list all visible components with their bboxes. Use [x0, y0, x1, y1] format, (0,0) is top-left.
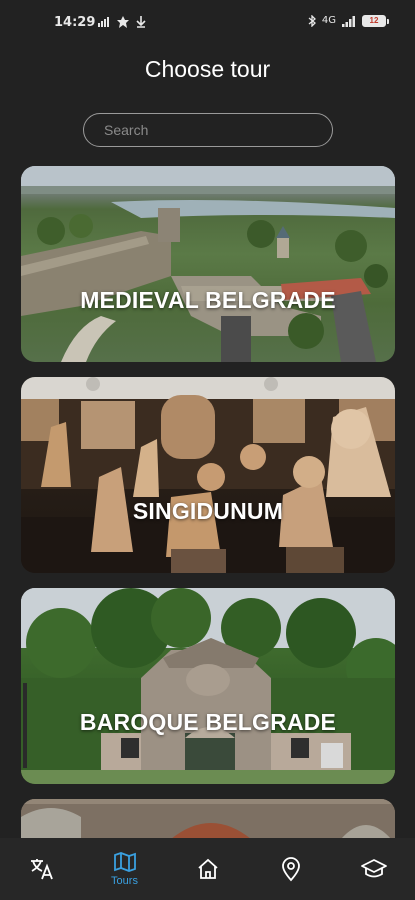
graduation-cap-icon [360, 859, 387, 878]
search-input[interactable] [84, 114, 332, 146]
tour-title: SINGIDUNUM [132, 498, 284, 524]
bottom-navigation: Tours [0, 838, 415, 900]
location-pin-icon [281, 857, 300, 882]
tour-card-baroque-belgrade[interactable]: BAROQUE BELGRADE [21, 588, 395, 784]
status-system-icons: 4G 12 [308, 15, 389, 27]
tour-card-singidunum[interactable]: SINGIDUNUM [21, 377, 395, 573]
nav-location[interactable] [249, 838, 332, 900]
data-usage-icon [98, 17, 109, 27]
fortress-photo [21, 166, 395, 362]
translate-icon [30, 859, 53, 880]
nav-home[interactable] [166, 838, 249, 900]
tour-card-partial[interactable] [21, 799, 395, 839]
nav-translate[interactable] [0, 838, 83, 900]
page-title: Choose tour [144, 56, 271, 82]
search-field[interactable] [83, 113, 333, 147]
status-notification-icons [98, 16, 146, 28]
nav-tours[interactable]: Tours [83, 838, 166, 900]
status-time: 14:29 [54, 15, 96, 30]
app-notification-icon [117, 16, 129, 28]
tour-title: MEDIEVAL BELGRADE [80, 287, 336, 313]
battery-icon: 12 [362, 15, 389, 27]
network-type: 4G [321, 15, 336, 26]
download-icon [136, 16, 146, 28]
map-icon [113, 852, 136, 872]
signal-icon [342, 15, 355, 27]
arched-building-photo [21, 799, 395, 839]
bluetooth-icon [308, 15, 316, 27]
sculptures-photo [21, 377, 395, 573]
tour-list[interactable]: MEDIEVAL BELGRADE SINGIDUNUM BAROQUE BEL… [21, 166, 395, 839]
battery-level: 12 [369, 16, 379, 25]
baroque-gate-photo [21, 588, 395, 784]
tour-card-medieval-belgrade[interactable]: MEDIEVAL BELGRADE [21, 166, 395, 362]
status-bar: 14:29 4G 12 [0, 0, 415, 44]
nav-learn[interactable] [332, 838, 415, 900]
tour-title: BAROQUE BELGRADE [79, 709, 337, 735]
home-icon [197, 858, 218, 879]
nav-tours-label: Tours [111, 875, 138, 887]
